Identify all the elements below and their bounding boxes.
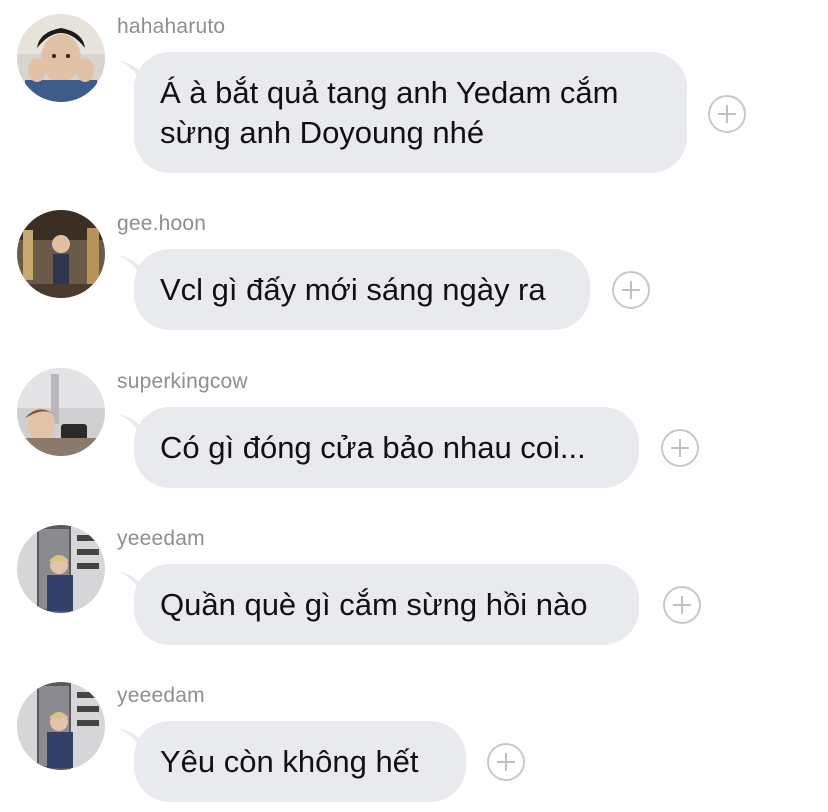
message-row: hahaharuto Á à bắt quả tang anh Yedam cắ…	[0, 0, 828, 185]
message-bubble[interactable]: Có gì đóng cửa bảo nhau coi...	[134, 407, 639, 488]
avatar-photo-icon	[17, 210, 105, 298]
message-bubble[interactable]: Vcl gì đấy mới sáng ngày ra	[134, 249, 590, 330]
add-reaction-icon[interactable]	[612, 271, 650, 309]
message-text: Quần què gì cắm sừng hồi nào	[160, 586, 588, 622]
avatar-photo-icon	[17, 14, 105, 102]
message-text: Có gì đóng cửa bảo nhau coi...	[160, 429, 586, 465]
message-text: Á à bắt quả tang anh Yedam cắm sừng anh …	[160, 74, 619, 150]
message-row: gee.hoon Vcl gì đấy mới sáng ngày ra	[0, 195, 828, 345]
message-row: yeeedam Yêu còn không hết	[0, 666, 828, 812]
avatar-photo-icon	[17, 525, 105, 613]
add-reaction-icon[interactable]	[487, 743, 525, 781]
avatar[interactable]	[17, 525, 105, 613]
avatar-photo-icon	[17, 368, 105, 456]
message-bubble[interactable]: Yêu còn không hết	[134, 721, 466, 802]
avatar[interactable]	[17, 682, 105, 770]
username[interactable]: gee.hoon	[117, 212, 206, 236]
message-bubble[interactable]: Á à bắt quả tang anh Yedam cắm sừng anh …	[134, 52, 687, 173]
username[interactable]: superkingcow	[117, 370, 248, 394]
username[interactable]: yeeedam	[117, 527, 205, 551]
add-reaction-icon[interactable]	[708, 95, 746, 133]
add-reaction-icon[interactable]	[663, 586, 701, 624]
avatar[interactable]	[17, 368, 105, 456]
username[interactable]: hahaharuto	[117, 15, 225, 39]
avatar[interactable]	[17, 210, 105, 298]
message-row: yeeedam Quần què gì cắm sừng hồi nào	[0, 509, 828, 659]
avatar[interactable]	[17, 14, 105, 102]
message-text: Yêu còn không hết	[160, 743, 419, 779]
username[interactable]: yeeedam	[117, 684, 205, 708]
avatar-photo-icon	[17, 682, 105, 770]
message-row: superkingcow Có gì đóng cửa bảo nhau coi…	[0, 352, 828, 502]
message-bubble[interactable]: Quần què gì cắm sừng hồi nào	[134, 564, 639, 645]
add-reaction-icon[interactable]	[661, 429, 699, 467]
message-text: Vcl gì đấy mới sáng ngày ra	[160, 271, 546, 307]
